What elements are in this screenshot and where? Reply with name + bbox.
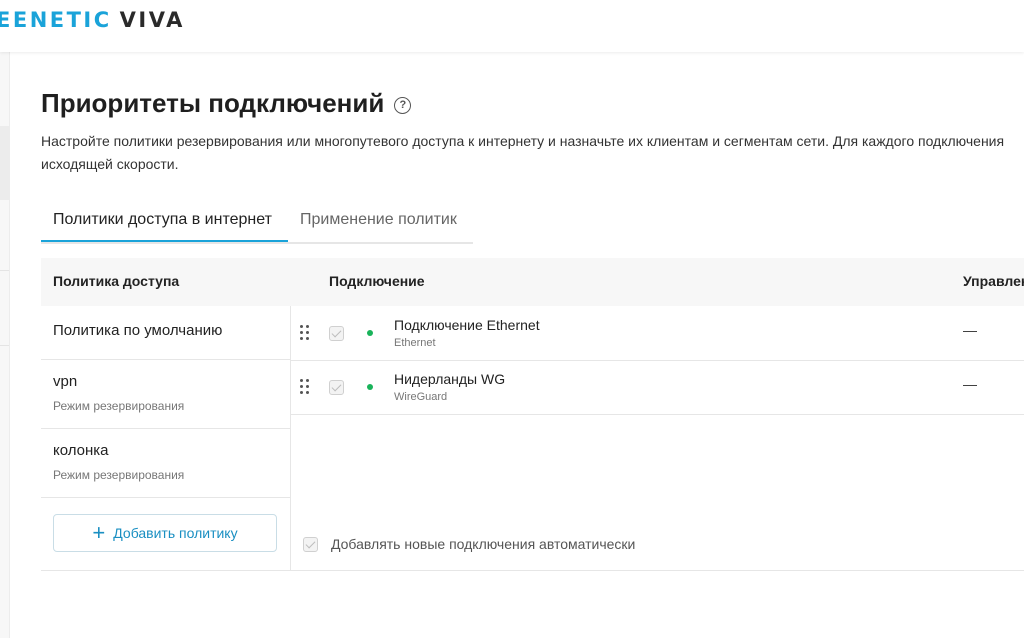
policy-item-vpn[interactable]: vpn Режим резервирования (41, 360, 290, 429)
connection-type: Ethernet (394, 337, 436, 349)
auto-add-checkbox[interactable] (303, 537, 318, 552)
side-nav-divider (0, 270, 9, 271)
description-line-1: Настройте политики резервирования или мн… (41, 133, 1005, 149)
policy-mode: Режим резервирования (53, 399, 185, 413)
connection-checkbox[interactable] (329, 326, 344, 341)
page-description: Настройте политики резервирования или мн… (41, 130, 1024, 176)
brand-name-part1: EENETIC (0, 8, 112, 32)
connection-name: Нидерланды WG (394, 371, 506, 387)
connection-name: Подключение Ethernet (394, 317, 540, 333)
brand-logo[interactable]: EENETIC VIVA (0, 8, 185, 32)
policy-name: vpn (53, 373, 78, 390)
connection-management: — (963, 376, 977, 392)
brand-name-part2: VIVA (119, 8, 185, 32)
tab-policy-application[interactable]: Применение политик (300, 198, 457, 242)
table-bottom-divider (41, 570, 1024, 571)
drag-handle-icon[interactable] (300, 379, 310, 395)
policies-table: Политика доступа Подключение Управлен По… (41, 258, 1024, 571)
policy-mode: Режим резервирования (53, 468, 185, 482)
side-navigation (0, 52, 10, 638)
connection-row[interactable]: Нидерланды WG WireGuard — (291, 360, 1024, 415)
status-online-dot (367, 330, 373, 336)
connection-type: WireGuard (394, 391, 448, 403)
plus-icon: + (92, 520, 106, 545)
side-nav-selected-item[interactable] (0, 126, 9, 200)
page-title: Приоритеты подключений? (41, 88, 412, 119)
policy-list: Политика по умолчанию vpn Режим резервир… (41, 306, 291, 571)
header-connection: Подключение (329, 273, 425, 289)
drag-handle-icon[interactable] (300, 325, 310, 341)
auto-add-label: Добавлять новые подключения автоматическ… (331, 536, 636, 552)
policy-name: колонка (53, 442, 109, 459)
tab-internet-access-policies[interactable]: Политики доступа в интернет (41, 198, 288, 242)
top-bar: EENETIC VIVA (0, 0, 1024, 52)
add-policy-button[interactable]: + Добавить политику (53, 514, 277, 552)
tab-bar: Политики доступа в интернет Применение п… (41, 198, 473, 244)
side-nav-divider (0, 345, 9, 346)
policy-name: Политика по умолчанию (53, 322, 223, 339)
policy-item-default[interactable]: Политика по умолчанию (41, 306, 290, 360)
connection-checkbox[interactable] (329, 380, 344, 395)
header-management: Управлен (963, 273, 1024, 289)
connection-row[interactable]: Подключение Ethernet Ethernet — (291, 306, 1024, 361)
header-policy: Политика доступа (53, 273, 180, 289)
status-online-dot (367, 384, 373, 390)
table-header: Политика доступа Подключение Управлен (41, 258, 1024, 306)
policy-item-kolonka[interactable]: колонка Режим резервирования (41, 429, 290, 498)
question-circle-icon[interactable]: ? (394, 97, 412, 114)
add-policy-label: Добавить политику (113, 525, 238, 541)
description-line-2: исходящей скорости. (41, 156, 179, 172)
page-title-text: Приоритеты подключений (41, 88, 385, 118)
connection-management: — (963, 322, 977, 338)
